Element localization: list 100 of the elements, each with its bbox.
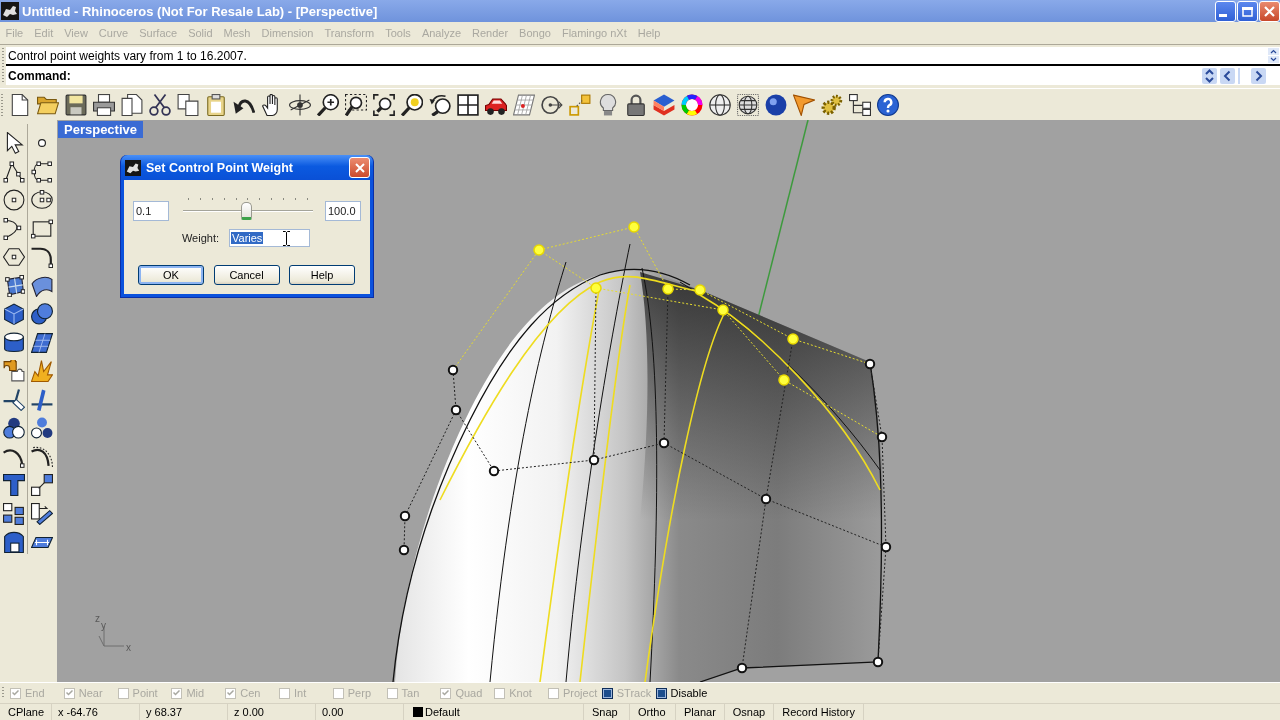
gears-icon[interactable]: [821, 93, 843, 116]
shapes-icon[interactable]: [569, 93, 591, 116]
control-point-marker[interactable]: [864, 358, 876, 370]
ok-button[interactable]: OK: [138, 265, 204, 285]
pen-tip-icon[interactable]: [793, 93, 815, 116]
layer-color-swatch[interactable]: [413, 707, 423, 717]
mesh-sphere-icon[interactable]: [737, 93, 759, 116]
help-button[interactable]: Help: [289, 265, 355, 285]
explosion-icon[interactable]: [31, 360, 53, 383]
t-shape-icon[interactable]: [2, 474, 25, 497]
weight-field[interactable]: Varies: [229, 228, 310, 247]
trim-icon[interactable]: [2, 388, 25, 411]
control-point-marker[interactable]: [398, 544, 410, 556]
move-squares-icon[interactable]: [31, 474, 53, 497]
maximize-button[interactable]: [1237, 1, 1258, 22]
polyline-icon[interactable]: [2, 160, 25, 183]
minimize-button[interactable]: [1215, 1, 1236, 22]
control-point-marker[interactable]: [872, 656, 884, 668]
close-icon: [354, 162, 365, 173]
four-viewports-icon[interactable]: [457, 93, 479, 116]
control-point-marker[interactable]: [588, 454, 600, 466]
point-icon[interactable]: [38, 139, 46, 148]
control-point-marker[interactable]: [399, 510, 411, 522]
circle-icon[interactable]: [2, 189, 25, 212]
mesh-patch-icon[interactable]: [31, 331, 53, 354]
solid-block-icon[interactable]: [2, 531, 25, 554]
hexagon-icon[interactable]: [2, 246, 25, 269]
layers-icon[interactable]: [653, 93, 675, 116]
scissors-icon[interactable]: [149, 93, 171, 116]
status-toggle[interactable]: Osnap: [724, 704, 775, 720]
status-toggle[interactable]: Snap: [584, 704, 630, 720]
zoom-undo-icon[interactable]: [429, 93, 451, 116]
three-circles-icon[interactable]: [2, 417, 25, 440]
orbit-axes-icon[interactable]: [289, 93, 311, 116]
zoom-window-icon[interactable]: [345, 93, 367, 116]
status-toggle[interactable]: Record History: [774, 704, 864, 720]
surface-patch-icon[interactable]: [31, 274, 53, 297]
close-button[interactable]: [349, 157, 370, 178]
offset-curve-icon[interactable]: [31, 445, 53, 468]
rectangle-icon[interactable]: [31, 217, 53, 240]
circle-snap-icon[interactable]: [541, 93, 563, 116]
checkmark-icon: [227, 690, 235, 696]
ellipse-icon[interactable]: [31, 189, 53, 212]
status-toggle[interactable]: Planar: [676, 704, 725, 720]
wireframe-sphere-icon[interactable]: [709, 93, 731, 116]
command-line-field[interactable]: Command:: [6, 66, 1280, 85]
max-value-field[interactable]: 100.0: [325, 201, 361, 221]
split-icon[interactable]: [31, 388, 53, 411]
min-value-field[interactable]: 0.1: [133, 201, 169, 221]
control-point-marker[interactable]: [658, 437, 670, 449]
square-array-icon[interactable]: [2, 502, 25, 525]
status-toggle[interactable]: Ortho: [630, 704, 676, 720]
up-down-arrows-icon[interactable]: [1202, 67, 1217, 84]
grid-plane-icon[interactable]: [513, 93, 535, 116]
scroll-arrows-icon[interactable]: [1268, 48, 1279, 63]
fillet-curve-icon[interactable]: [31, 246, 53, 269]
cylinder-icon[interactable]: [2, 331, 25, 354]
zoom-extents-icon[interactable]: [373, 93, 395, 116]
new-document-icon[interactable]: [9, 93, 31, 116]
box-icon[interactable]: [2, 303, 25, 326]
zoom-selected-icon[interactable]: [401, 93, 423, 116]
checkmark-icon: [173, 690, 181, 696]
cplane-label[interactable]: CPlane: [0, 704, 52, 720]
close-button[interactable]: [1259, 1, 1280, 22]
hierarchy-icon[interactable]: [849, 93, 871, 116]
osnap-label: Project: [562, 687, 598, 699]
puzzle-pieces-icon[interactable]: [2, 360, 25, 383]
help-icon[interactable]: [877, 93, 899, 116]
control-point-curve-icon[interactable]: [31, 160, 53, 183]
control-point-marker[interactable]: [880, 541, 892, 553]
sphere-icon[interactable]: [765, 93, 787, 116]
slider-thumb[interactable]: [241, 202, 253, 220]
color-wheel-icon[interactable]: [681, 93, 703, 116]
osnap-label: STrack: [616, 687, 652, 699]
stacked-pages-icon[interactable]: [121, 93, 143, 116]
dimension-icon[interactable]: [31, 536, 53, 548]
printer-icon[interactable]: [93, 93, 115, 116]
control-point-marker[interactable]: [736, 662, 748, 674]
clipboard-icon[interactable]: [205, 93, 227, 116]
copy-icon[interactable]: [177, 93, 199, 116]
checkmark-icon: [442, 690, 450, 696]
control-point-marker[interactable]: [760, 493, 772, 505]
intersecting-spheres-icon[interactable]: [31, 303, 53, 326]
scattered-circles-icon[interactable]: [31, 417, 53, 440]
control-point-marker[interactable]: [488, 465, 500, 477]
control-point-marker[interactable]: [450, 404, 462, 416]
control-point-marker[interactable]: [876, 431, 888, 443]
app-icon: [1, 2, 19, 20]
cancel-button[interactable]: Cancel: [213, 265, 280, 285]
control-point-marker[interactable]: [447, 364, 459, 376]
surface-points-icon[interactable]: [2, 274, 25, 297]
padlock-icon[interactable]: [625, 93, 647, 116]
viewport-tab[interactable]: Perspective: [58, 121, 143, 138]
light-bulb-icon[interactable]: [597, 93, 619, 116]
zoom-in-icon[interactable]: [317, 93, 339, 116]
osnap-label: Quad: [455, 687, 483, 699]
checkmark-icon: [12, 690, 19, 696]
scale-icon[interactable]: [31, 502, 53, 525]
layer-name[interactable]: Default: [425, 706, 460, 718]
osnap-checkbox[interactable]: [655, 687, 667, 699]
